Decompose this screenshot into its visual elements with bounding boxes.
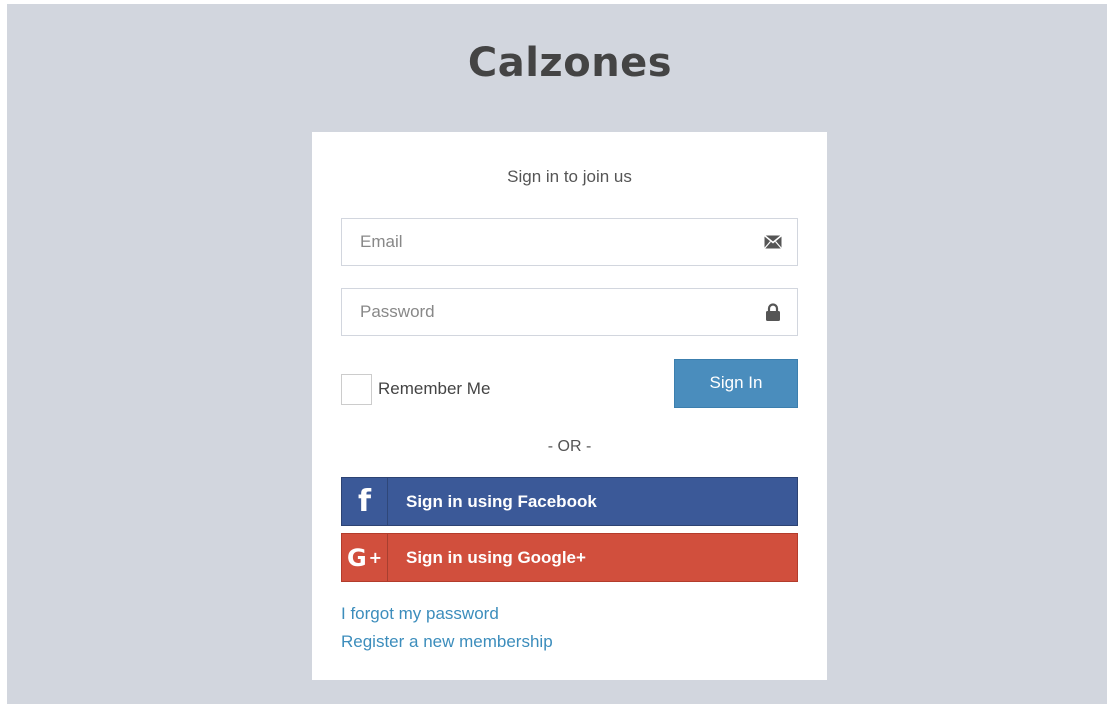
email-input-group: [341, 218, 798, 266]
google-signin-button[interactable]: G + Sign in using Google+: [341, 533, 798, 582]
lock-icon: [763, 302, 783, 322]
app-title: Calzones: [467, 40, 673, 86]
remember-me-checkbox[interactable]: [341, 373, 372, 405]
google-plus-icon: G +: [342, 534, 388, 581]
or-divider: - OR -: [547, 438, 592, 455]
facebook-icon: f: [342, 478, 388, 525]
envelope-icon: [763, 232, 783, 252]
facebook-signin-button[interactable]: f Sign in using Facebook: [341, 477, 798, 526]
register-link[interactable]: Register a new membership: [341, 628, 798, 656]
google-signin-label: Sign in using Google+: [406, 547, 586, 567]
login-box-message: Sign in to join us: [507, 167, 632, 186]
facebook-signin-label: Sign in using Facebook: [406, 491, 597, 511]
account-links: I forgot my password Register a new memb…: [341, 600, 798, 656]
remember-me: Remember Me: [341, 373, 491, 405]
sign-in-button[interactable]: Sign In: [674, 358, 798, 408]
remember-me-label: Remember Me: [378, 379, 491, 398]
login-box: Sign in to join us Remember Me Sign In: [312, 132, 827, 680]
password-input[interactable]: [342, 289, 797, 335]
signin-row: Remember Me Sign In: [341, 358, 798, 408]
forgot-password-link[interactable]: I forgot my password: [341, 600, 798, 628]
password-input-group: [341, 288, 798, 336]
email-input[interactable]: [342, 219, 797, 265]
